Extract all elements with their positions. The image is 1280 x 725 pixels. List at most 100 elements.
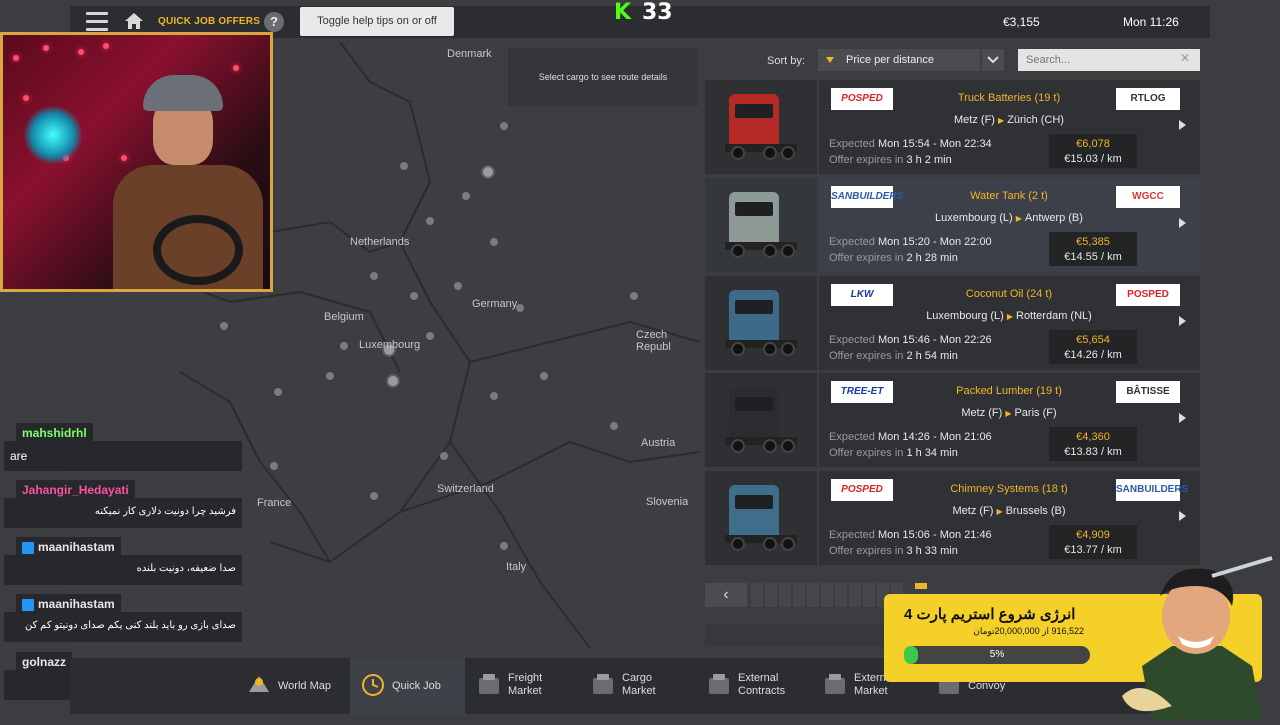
quick-job-icon bbox=[360, 672, 386, 698]
map-city bbox=[540, 372, 548, 380]
map-city bbox=[454, 282, 462, 290]
job-price: €5,654 bbox=[1076, 334, 1110, 346]
chevron-right-icon[interactable] bbox=[1179, 218, 1186, 228]
map-label-belgium: Belgium bbox=[324, 311, 364, 323]
route: Metz (F) ▶ Brussels (B) bbox=[879, 505, 1139, 517]
map-city bbox=[220, 322, 228, 330]
map-city bbox=[270, 462, 278, 470]
nav-quick-job[interactable]: Quick Job bbox=[350, 658, 465, 714]
route-from: Luxembourg (L) bbox=[935, 212, 1013, 224]
nav-cargo-market[interactable]: Cargo Market bbox=[580, 658, 692, 714]
offer-expiry: Offer expires in 3 h 2 min bbox=[829, 154, 952, 166]
route: Metz (F) ▶ Zürich (CH) bbox=[879, 114, 1139, 126]
truck-thumbnail bbox=[705, 373, 817, 467]
price-box: €4,909 €13.77 / km bbox=[1049, 525, 1137, 559]
job-offer-row[interactable]: POSPED Chimney Systems (18 t) SANBUILDER… bbox=[705, 471, 1200, 565]
price-box: €5,385 €14.55 / km bbox=[1049, 232, 1137, 266]
cargo-name: Chimney Systems (18 t) bbox=[950, 483, 1068, 495]
menu-icon[interactable] bbox=[86, 12, 108, 32]
cargo-name: Packed Lumber (19 t) bbox=[956, 385, 1062, 397]
expected-time: Expected Mon 15:06 - Mon 21:46 bbox=[829, 529, 992, 541]
receiver-logo: BÂTISSE bbox=[1116, 381, 1180, 403]
truck-thumbnail bbox=[705, 178, 817, 272]
job-offer-row[interactable]: LKW Coconut Oil (24 t) POSPED Luxembourg… bbox=[705, 276, 1200, 370]
job-offer-row[interactable]: SANBUILDERS Water Tank (2 t) WGCC Luxemb… bbox=[705, 178, 1200, 272]
route: Luxembourg (L) ▶ Antwerp (B) bbox=[879, 212, 1139, 224]
map-city bbox=[370, 272, 378, 280]
map-city bbox=[500, 542, 508, 550]
job-price: €4,909 bbox=[1076, 529, 1110, 541]
nav-label: Freight Market bbox=[508, 672, 543, 697]
donation-amount: 916,522 از 20,000,000تومان bbox=[973, 626, 1084, 636]
map-city-marker[interactable] bbox=[481, 165, 495, 179]
job-offer-row[interactable]: TREE-ET Packed Lumber (19 t) BÂTISSE Met… bbox=[705, 373, 1200, 467]
chevron-right-icon[interactable] bbox=[1179, 511, 1186, 521]
offer-expiry: Offer expires in 2 h 54 min bbox=[829, 350, 958, 362]
route-from: Luxembourg (L) bbox=[926, 310, 1004, 322]
route-to: Paris (F) bbox=[1014, 407, 1057, 419]
map-city bbox=[274, 388, 282, 396]
cargo-name: Water Tank (2 t) bbox=[970, 190, 1048, 202]
chat-message: صدا ضعیفه، دونیت بلنده bbox=[4, 555, 242, 585]
truck-icon bbox=[721, 94, 801, 160]
receiver-logo: SANBUILDERS bbox=[1116, 479, 1188, 501]
nav-freight-market[interactable]: Freight Market bbox=[466, 658, 578, 714]
chevron-right-icon[interactable] bbox=[1179, 413, 1186, 423]
page-title: QUICK JOB OFFERS bbox=[158, 16, 261, 27]
map-city bbox=[610, 422, 618, 430]
subscriber-badge-icon bbox=[22, 598, 34, 611]
chevron-down-icon[interactable] bbox=[982, 49, 1004, 71]
external-market-icon bbox=[822, 672, 848, 698]
chevron-right-icon[interactable] bbox=[1179, 316, 1186, 326]
truck-thumbnail bbox=[705, 471, 817, 565]
route: Luxembourg (L) ▶ Rotterdam (NL) bbox=[879, 310, 1139, 322]
price-box: €5,654 €14.26 / km bbox=[1049, 330, 1137, 364]
nav-external-contracts[interactable]: External Contracts bbox=[696, 658, 808, 714]
nav-world-map[interactable]: World Map bbox=[236, 658, 346, 714]
truck-icon bbox=[721, 290, 801, 356]
sort-dropdown[interactable]: Price per distance bbox=[818, 49, 980, 71]
help-icon[interactable]: ? bbox=[264, 12, 284, 32]
map-city bbox=[462, 192, 470, 200]
map-city bbox=[410, 292, 418, 300]
map-label-austria: Austria bbox=[641, 437, 676, 449]
map-city bbox=[326, 372, 334, 380]
price-per-km: €13.83 / km bbox=[1064, 446, 1122, 458]
map-label-slovenia: Slovenia bbox=[646, 496, 689, 508]
truck-thumbnail bbox=[705, 80, 817, 174]
route-hint: Select cargo to see route details bbox=[508, 48, 698, 106]
chevron-right-icon[interactable] bbox=[1179, 120, 1186, 130]
sender-logo: TREE-ET bbox=[831, 381, 893, 403]
previous-page-button[interactable]: ‹ bbox=[705, 583, 747, 607]
map-city bbox=[490, 392, 498, 400]
truck-icon bbox=[721, 192, 801, 258]
map-city bbox=[400, 162, 408, 170]
cargo-name: Truck Batteries (19 t) bbox=[957, 92, 1061, 104]
webcam-overlay bbox=[0, 32, 273, 292]
truck-icon bbox=[721, 485, 801, 551]
expected-time: Expected Mon 15:54 - Mon 22:34 bbox=[829, 138, 992, 150]
map-city bbox=[490, 238, 498, 246]
price-box: €4,360 €13.83 / km bbox=[1049, 427, 1137, 461]
freight-market-icon bbox=[476, 672, 502, 698]
nav-label: Quick Job bbox=[392, 680, 441, 692]
map-city bbox=[426, 332, 434, 340]
home-icon[interactable] bbox=[124, 12, 144, 30]
route-from: Metz (F) bbox=[961, 407, 1003, 419]
arrow-right-icon: ▶ bbox=[996, 507, 1003, 516]
help-tip-button[interactable]: Toggle help tips on or off bbox=[300, 7, 454, 36]
search-input[interactable] bbox=[1018, 49, 1200, 71]
route-to: Rotterdam (NL) bbox=[1016, 310, 1092, 322]
map-label-germany: Germany bbox=[472, 298, 518, 310]
close-icon[interactable]: ✕ bbox=[1180, 51, 1190, 65]
chat-message: فرشید چرا دونیت دلاری کار نمیکنه bbox=[4, 498, 242, 528]
cargo-market-icon bbox=[590, 672, 616, 698]
external-contracts-icon bbox=[706, 672, 732, 698]
map-city-marker[interactable] bbox=[386, 374, 400, 388]
cargo-name: Coconut Oil (24 t) bbox=[965, 288, 1053, 300]
route-from: Metz (F) bbox=[952, 505, 994, 517]
sender-logo: SANBUILDERS bbox=[831, 186, 903, 208]
nav-label: Cargo Market bbox=[622, 672, 656, 697]
job-offer-row[interactable]: POSPED Truck Batteries (19 t) RTLOG Metz… bbox=[705, 80, 1200, 174]
map-city bbox=[440, 452, 448, 460]
